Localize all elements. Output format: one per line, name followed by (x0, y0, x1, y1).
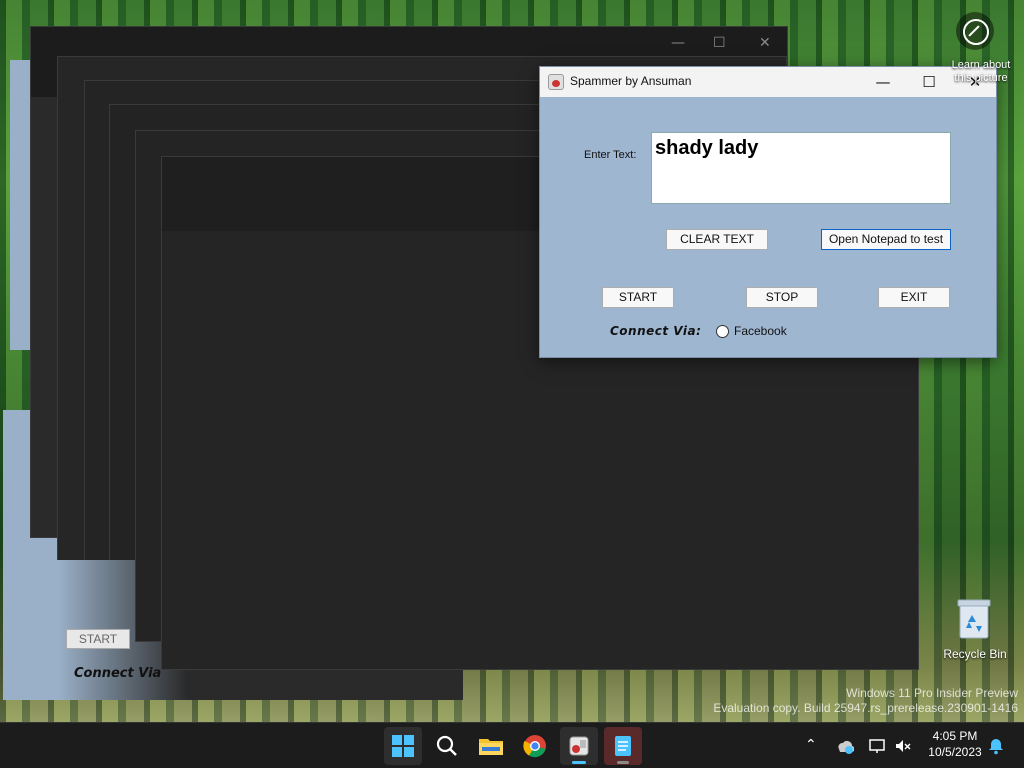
clock-time[interactable]: 4:05 PM (920, 729, 990, 743)
ghost-connect-label: Connect Via (74, 666, 162, 681)
start-button-taskbar[interactable] (384, 727, 422, 765)
recycle-bin-icon[interactable] (956, 598, 992, 640)
clear-text-button[interactable]: CLEAR TEXT (666, 229, 768, 250)
ghost-start-button: START (66, 629, 130, 649)
recycle-bin-label[interactable]: Recycle Bin (940, 647, 1010, 661)
watermark-line-2: Evaluation copy. Build 25947.rs_prerelea… (713, 701, 1018, 715)
taskbar-file-explorer[interactable] (472, 727, 510, 765)
facebook-radio-label[interactable]: Facebook (734, 324, 787, 338)
stop-button[interactable]: STOP (746, 287, 818, 308)
onedrive-icon[interactable] (836, 737, 854, 755)
network-icon[interactable] (868, 737, 886, 755)
ghost-close-icon: ✕ (759, 35, 771, 51)
notepad-icon (615, 736, 631, 756)
facebook-radio[interactable] (716, 325, 729, 338)
spammer-app-icon (569, 736, 589, 756)
learn-about-picture-icon[interactable] (956, 12, 994, 50)
text-input[interactable]: shady lady (651, 132, 951, 204)
exit-button[interactable]: EXIT (878, 287, 950, 308)
taskbar-search[interactable] (428, 727, 466, 765)
start-button[interactable]: START (602, 287, 674, 308)
ghost-minimize-icon: — (671, 35, 685, 51)
window-title: Spammer by Ansuman (570, 74, 692, 88)
windows-watermark: Windows 11 Pro Insider Preview Evaluatio… (713, 686, 1018, 716)
taskbar: ⌃ 4:05 PM 10/5/2023 (0, 722, 1024, 768)
taskbar-spammer[interactable] (560, 727, 598, 765)
taskbar-chrome[interactable] (516, 727, 554, 765)
clock-date[interactable]: 10/5/2023 (920, 745, 990, 759)
ghost-window-edge (10, 60, 30, 350)
chevron-up-icon[interactable]: ⌃ (805, 737, 817, 753)
app-icon (548, 74, 564, 90)
search-icon (436, 735, 457, 756)
learn-about-picture-label[interactable]: Learn about this picture (941, 59, 1021, 85)
enter-text-label: Enter Text: (584, 149, 637, 161)
chrome-icon (523, 735, 546, 758)
taskbar-notepad[interactable] (604, 727, 642, 765)
minimize-button[interactable]: — (860, 67, 906, 97)
ghost-maximize-icon: ☐ (713, 35, 726, 51)
connect-via-label: Connect Via: (610, 324, 702, 338)
open-notepad-button[interactable]: Open Notepad to test (821, 229, 951, 250)
watermark-line-1: Windows 11 Pro Insider Preview (846, 686, 1018, 700)
notification-bell-icon[interactable] (988, 737, 1004, 755)
windows-start-icon (392, 735, 414, 757)
title-bar[interactable]: Spammer by Ansuman — ☐ ✕ (540, 67, 996, 97)
folder-icon (479, 739, 503, 755)
volume-muted-icon[interactable] (894, 737, 912, 755)
spammer-window: Spammer by Ansuman — ☐ ✕ Enter Text: sha… (539, 66, 997, 358)
